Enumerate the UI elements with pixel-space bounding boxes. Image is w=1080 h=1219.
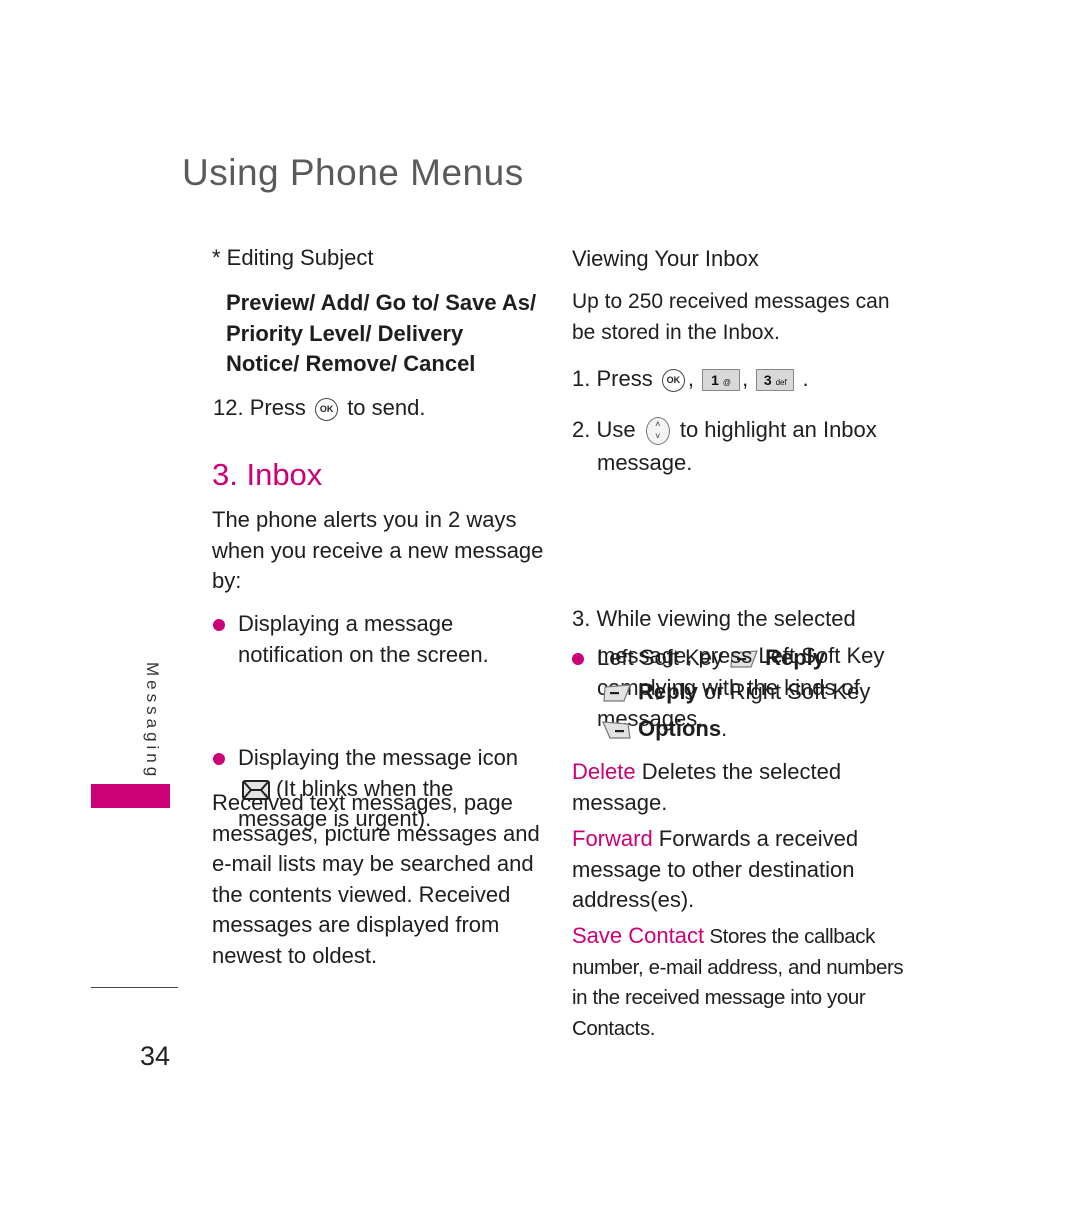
option-term: Delete: [572, 759, 636, 784]
options-line: Preview/ Add/ Go to/ Save As/: [226, 290, 537, 315]
intro-line: The phone alerts you in 2 ways: [212, 507, 517, 532]
step-12: 12. Press OK to send.: [213, 393, 425, 424]
option-desc: Forwards a received: [652, 826, 859, 851]
intro-line: when you receive a new message: [212, 537, 544, 563]
step-2-suffix: to highlight an Inbox: [679, 417, 877, 442]
option-desc: Contacts.: [572, 1016, 655, 1040]
key-digit: 3: [763, 372, 772, 389]
bullet-icon: [213, 619, 225, 631]
ok-key-icon: OK: [315, 397, 339, 421]
paragraph-line: e-mail lists may be searched and: [212, 851, 534, 876]
option-desc: message.: [572, 789, 668, 815]
ok-key-icon: OK: [661, 368, 685, 392]
step-3: 3. While viewing the selected message, p…: [572, 601, 884, 747]
step-12-prefix: 12. Press: [213, 395, 306, 420]
option-forward: Forward Forwards a received message to o…: [572, 824, 858, 916]
step-1: 1. Press OK, 1 @, 3 def .: [572, 364, 809, 395]
options-list: Preview/ Add/ Go to/ Save As/ Priority L…: [226, 288, 536, 380]
period: .: [802, 366, 809, 391]
key-digit: 1: [711, 372, 719, 389]
step-1-prefix: 1. Press: [572, 366, 653, 391]
paragraph-line: messages are displayed from: [212, 912, 500, 937]
option-desc: Stores the callback: [704, 925, 875, 948]
paragraph-line: messages, picture messages and: [212, 820, 540, 846]
key-sub: @: [722, 378, 731, 388]
option-desc: message to other destination: [572, 856, 855, 882]
paragraph-line: newest to oldest.: [212, 942, 378, 968]
option-term: Save Contact: [572, 923, 705, 948]
key-3-icon: 3 def: [756, 369, 795, 392]
navigation-key-icon: ˄ ˅: [645, 417, 670, 446]
step-12-suffix: to send.: [347, 395, 426, 420]
step-2: 2. Use ˄ ˅ to highlight an Inbox message.: [572, 413, 877, 479]
option-desc: Deletes the selected: [635, 759, 842, 784]
options-line: Priority Level/ Delivery: [226, 320, 464, 346]
inbox-intro: The phone alerts you in 2 ways when you …: [212, 505, 543, 597]
inbox-paragraph: Received text messages, page messages, p…: [212, 788, 540, 971]
period: .: [721, 715, 728, 741]
reply-label: Reply: [638, 679, 698, 704]
inbox-capacity: Up to 250 received messages can be store…: [572, 287, 890, 348]
subheading: Viewing Your Inbox: [572, 246, 759, 271]
bullet-icon: [213, 753, 225, 765]
option-delete: Delete Deletes the selected message.: [572, 757, 841, 818]
step-2-prefix: 2. Use: [572, 417, 636, 442]
editing-subject: * Editing Subject: [212, 245, 374, 270]
separator: ,: [742, 366, 749, 391]
intro-line: by:: [212, 568, 242, 593]
step-3-line: message, press Left Soft Key: [597, 642, 885, 668]
section-label: Messaging: [143, 662, 162, 781]
intro-line: Up to 250 received messages can: [572, 290, 890, 313]
step-2-line: message.: [597, 450, 693, 475]
footer-rule: [91, 987, 178, 988]
step-3-text: or Right Soft Key: [697, 679, 871, 704]
page-title: Using Phone Menus: [182, 152, 524, 193]
right-soft-key-icon: [602, 721, 631, 739]
paragraph-line: Received text messages, page: [212, 790, 513, 815]
section-tab-marker: [91, 784, 170, 808]
left-soft-key-icon: [603, 684, 631, 702]
option-desc: number, e-mail address, and numbers: [572, 955, 904, 979]
separator: ,: [687, 366, 694, 391]
option-term: Forward: [572, 826, 653, 851]
page-number: 34: [140, 1041, 171, 1071]
options-label: Options: [638, 715, 722, 741]
option-save-contact: Save Contact Stores the callback number,…: [572, 921, 904, 1044]
step-3-line: 3. While viewing the selected: [572, 606, 856, 631]
option-desc: in the received message into your: [572, 986, 866, 1009]
key-1-icon: 1 @: [702, 369, 741, 392]
intro-line: be stored in the Inbox.: [572, 320, 780, 344]
key-sub: def: [775, 378, 787, 388]
option-desc: address(es).: [572, 887, 695, 912]
section-title: 3. Inbox: [212, 457, 323, 492]
paragraph-line: the contents viewed. Received: [212, 881, 511, 907]
options-line: Notice/ Remove/ Cancel: [226, 351, 476, 376]
